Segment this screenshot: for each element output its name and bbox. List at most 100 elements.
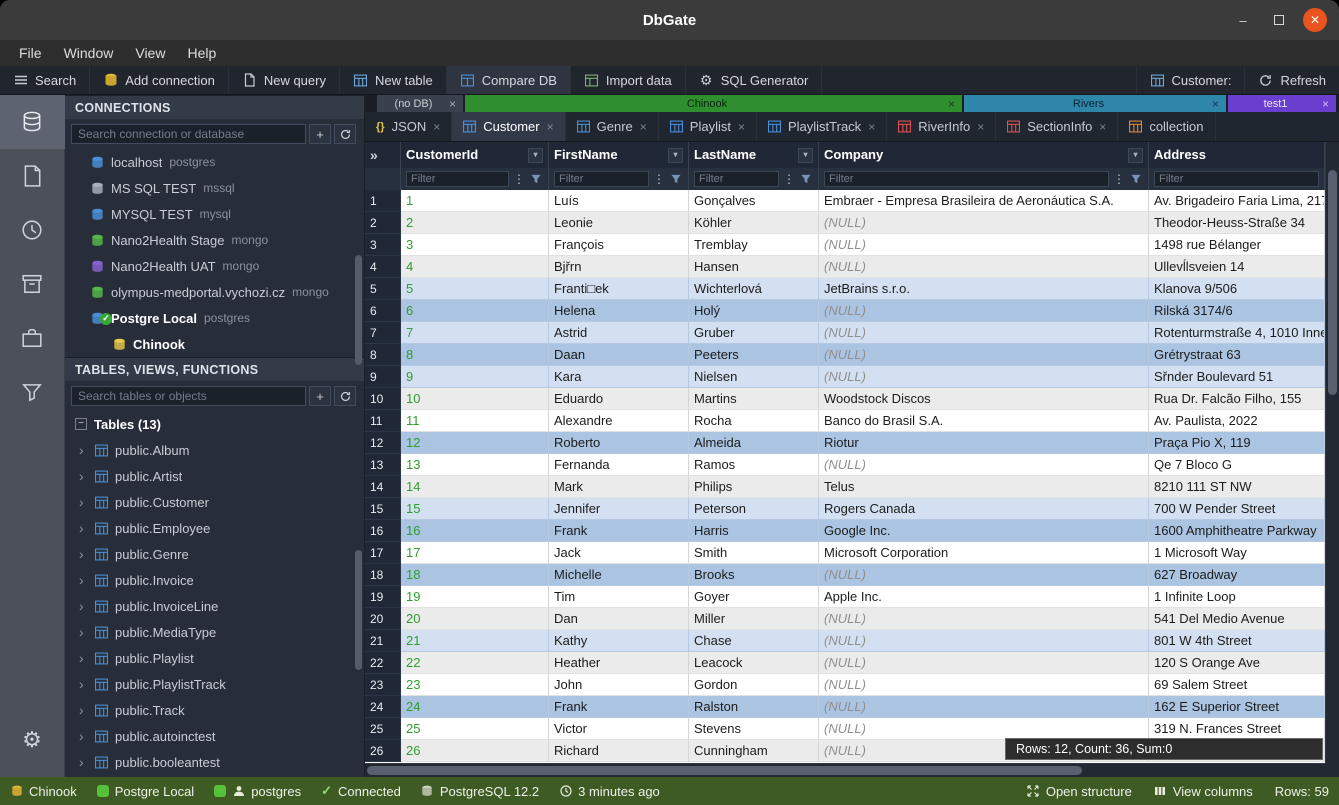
row-number[interactable]: 21 bbox=[365, 630, 401, 652]
cell-address[interactable]: 1 Infinite Loop bbox=[1149, 586, 1325, 608]
table-row[interactable]: 1818MichelleBrooks(NULL)627 Broadway bbox=[365, 564, 1325, 586]
cell-address[interactable]: Qe 7 Bloco G bbox=[1149, 454, 1325, 476]
cell-address[interactable]: Rilská 3174/6 bbox=[1149, 300, 1325, 322]
cell-customerid[interactable]: 18 bbox=[401, 564, 549, 586]
cell-address[interactable]: 1 Microsoft Way bbox=[1149, 542, 1325, 564]
cell-address[interactable]: Rotenturmstraße 4, 1010 Innere Stadt bbox=[1149, 322, 1325, 344]
sidebar-tab-filters[interactable] bbox=[0, 365, 65, 419]
row-number[interactable]: 14 bbox=[365, 476, 401, 498]
cell-firstname[interactable]: Helena bbox=[549, 300, 689, 322]
row-number[interactable]: 6 bbox=[365, 300, 401, 322]
file-tab-json[interactable]: {}JSON× bbox=[365, 112, 452, 141]
cell-firstname[interactable]: Fernanda bbox=[549, 454, 689, 476]
grid-vertical-scrollbar[interactable] bbox=[1325, 142, 1339, 763]
cell-address[interactable]: 1600 Amphitheatre Parkway bbox=[1149, 520, 1325, 542]
select-all-corner[interactable]: » bbox=[365, 142, 401, 168]
row-number[interactable]: 23 bbox=[365, 674, 401, 696]
row-number[interactable]: 7 bbox=[365, 322, 401, 344]
sidebar-tab-archive[interactable] bbox=[0, 257, 65, 311]
db-tab-chinook[interactable]: Chinook× bbox=[465, 95, 962, 112]
cell-lastname[interactable]: Chase bbox=[689, 630, 819, 652]
close-icon[interactable]: × bbox=[868, 121, 875, 133]
cell-address[interactable]: 801 W 4th Street bbox=[1149, 630, 1325, 652]
connection-item-localhost[interactable]: localhostpostgres bbox=[65, 149, 364, 175]
column-header-firstname[interactable]: FirstName▾ bbox=[549, 142, 689, 168]
close-icon[interactable]: × bbox=[1322, 98, 1329, 110]
view-columns-button[interactable]: View columns bbox=[1154, 784, 1253, 799]
cell-company[interactable]: (NULL) bbox=[819, 652, 1149, 674]
file-tab-genre[interactable]: Genre× bbox=[566, 112, 659, 141]
cell-company[interactable]: Banco do Brasil S.A. bbox=[819, 410, 1149, 432]
cell-firstname[interactable]: Roberto bbox=[549, 432, 689, 454]
maximize-button[interactable] bbox=[1267, 8, 1291, 32]
table-row[interactable]: 2020DanMiller(NULL)541 Del Medio Avenue bbox=[365, 608, 1325, 630]
table-item-public-playlisttrack[interactable]: ›public.PlaylistTrack bbox=[65, 671, 364, 697]
funnel-icon[interactable] bbox=[669, 171, 683, 187]
cell-lastname[interactable]: Peeters bbox=[689, 344, 819, 366]
cell-firstname[interactable]: Dan bbox=[549, 608, 689, 630]
column-menu-icon[interactable]: ▾ bbox=[528, 148, 543, 163]
table-item-public-invoiceline[interactable]: ›public.InvoiceLine bbox=[65, 593, 364, 619]
funnel-icon[interactable] bbox=[799, 171, 813, 187]
refresh-tables-button[interactable] bbox=[334, 386, 356, 406]
file-tab-customer[interactable]: Customer× bbox=[452, 112, 565, 141]
table-row[interactable]: 2222HeatherLeacock(NULL)120 S Orange Ave bbox=[365, 652, 1325, 674]
cell-company[interactable]: Apple Inc. bbox=[819, 586, 1149, 608]
cell-lastname[interactable]: Goyer bbox=[689, 586, 819, 608]
menu-window[interactable]: Window bbox=[53, 40, 125, 66]
connection-item-nano2health-stage[interactable]: Nano2Health Stagemongo bbox=[65, 227, 364, 253]
cell-firstname[interactable]: Richard bbox=[549, 740, 689, 762]
table-row[interactable]: 1616FrankHarrisGoogle Inc.1600 Amphithea… bbox=[365, 520, 1325, 542]
table-item-public-employee[interactable]: ›public.Employee bbox=[65, 515, 364, 541]
row-number[interactable]: 8 bbox=[365, 344, 401, 366]
cell-lastname[interactable]: Miller bbox=[689, 608, 819, 630]
cell-customerid[interactable]: 14 bbox=[401, 476, 549, 498]
table-row[interactable]: 22LeonieKöhler(NULL)Theodor-Heuss-Straße… bbox=[365, 212, 1325, 234]
close-icon[interactable]: × bbox=[977, 121, 984, 133]
vertical-scrollbar-thumb[interactable] bbox=[1328, 170, 1337, 395]
table-item-public-artist[interactable]: ›public.Artist bbox=[65, 463, 364, 489]
column-header-address[interactable]: Address bbox=[1149, 142, 1325, 168]
cell-address[interactable]: 627 Broadway bbox=[1149, 564, 1325, 586]
context-table-button[interactable]: Customer: bbox=[1136, 66, 1245, 94]
table-row[interactable]: 33FrançoisTremblay(NULL)1498 rue Bélange… bbox=[365, 234, 1325, 256]
menu-file[interactable]: File bbox=[8, 40, 53, 66]
cell-company[interactable]: (NULL) bbox=[819, 234, 1149, 256]
add-connection-button[interactable]: Add connection bbox=[90, 66, 229, 94]
cell-firstname[interactable]: Alexandre bbox=[549, 410, 689, 432]
row-number[interactable]: 20 bbox=[365, 608, 401, 630]
cell-address[interactable]: 8210 111 ST NW bbox=[1149, 476, 1325, 498]
table-row[interactable]: 44BjřrnHansen(NULL)Ullevĺlsveien 14 bbox=[365, 256, 1325, 278]
cell-lastname[interactable]: Almeida bbox=[689, 432, 819, 454]
cell-customerid[interactable]: 7 bbox=[401, 322, 549, 344]
cell-address[interactable]: Praça Pio X, 119 bbox=[1149, 432, 1325, 454]
sidebar-tab-plugins[interactable] bbox=[0, 311, 65, 365]
cell-company[interactable]: (NULL) bbox=[819, 696, 1149, 718]
tables-group-row[interactable]: − Tables (13) bbox=[65, 411, 364, 437]
table-item-public-album[interactable]: ›public.Album bbox=[65, 437, 364, 463]
row-number[interactable]: 1 bbox=[365, 190, 401, 212]
cell-lastname[interactable]: Harris bbox=[689, 520, 819, 542]
row-number[interactable]: 4 bbox=[365, 256, 401, 278]
file-tab-playlist[interactable]: Playlist× bbox=[659, 112, 757, 141]
connection-item-nano2health-uat[interactable]: Nano2Health UATmongo bbox=[65, 253, 364, 279]
cell-lastname[interactable]: Köhler bbox=[689, 212, 819, 234]
cell-firstname[interactable]: Kara bbox=[549, 366, 689, 388]
row-number[interactable]: 17 bbox=[365, 542, 401, 564]
table-row[interactable]: 1515JenniferPetersonRogers Canada700 W P… bbox=[365, 498, 1325, 520]
refresh-button[interactable]: Refresh bbox=[1244, 66, 1339, 94]
row-number[interactable]: 5 bbox=[365, 278, 401, 300]
cell-firstname[interactable]: Leonie bbox=[549, 212, 689, 234]
compare-db-button[interactable]: Compare DB bbox=[447, 66, 571, 94]
cell-firstname[interactable]: Astrid bbox=[549, 322, 689, 344]
table-row[interactable]: 1717JackSmithMicrosoft Corporation1 Micr… bbox=[365, 542, 1325, 564]
settings-button[interactable]: ⚙ bbox=[0, 713, 65, 767]
cell-customerid[interactable]: 22 bbox=[401, 652, 549, 674]
table-row[interactable]: 99KaraNielsen(NULL)Sřnder Boulevard 51 bbox=[365, 366, 1325, 388]
cell-lastname[interactable]: Leacock bbox=[689, 652, 819, 674]
cell-lastname[interactable]: Martins bbox=[689, 388, 819, 410]
close-icon[interactable]: × bbox=[547, 121, 554, 133]
row-number[interactable]: 18 bbox=[365, 564, 401, 586]
sidebar-tab-files[interactable] bbox=[0, 149, 65, 203]
file-tab-playlisttrack[interactable]: PlaylistTrack× bbox=[757, 112, 887, 141]
